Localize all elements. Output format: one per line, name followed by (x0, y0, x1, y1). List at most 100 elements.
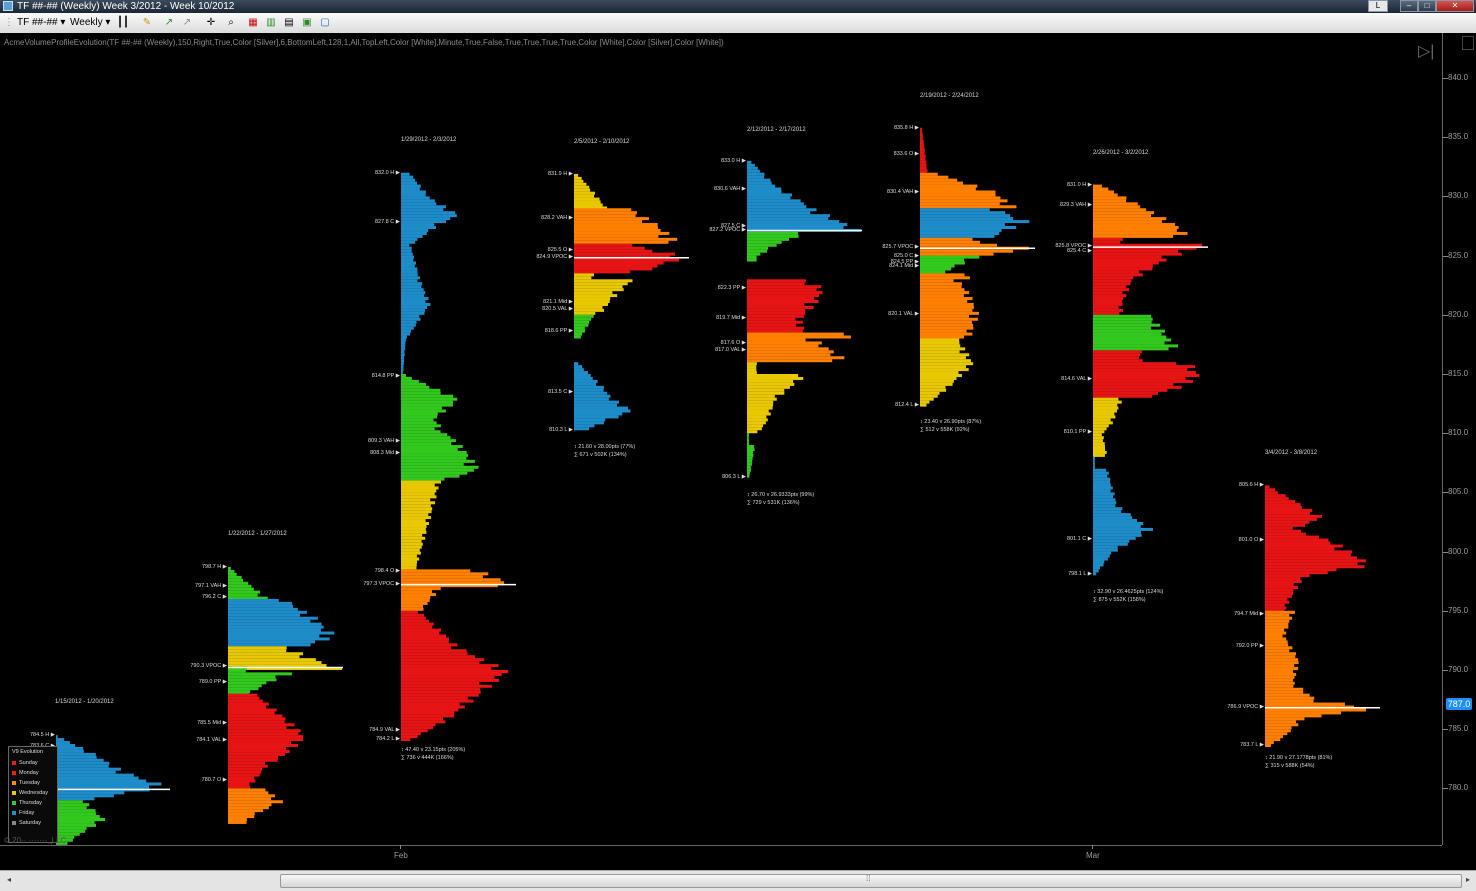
profile-bar (1093, 510, 1121, 513)
profile-bar (1093, 309, 1123, 312)
profile-bar (1093, 279, 1131, 282)
eraser-icon[interactable]: ↗ (180, 16, 194, 30)
profile-bar (1265, 488, 1275, 491)
profile-bar (401, 623, 434, 626)
profile-bar (920, 235, 995, 238)
profile-bar (1265, 521, 1309, 524)
profile-bar (747, 285, 821, 288)
data-box-icon[interactable]: ▤ (282, 16, 296, 30)
pencil-icon[interactable]: ✎ (140, 16, 154, 30)
profile-bar (1265, 503, 1301, 506)
profile-bar (747, 430, 757, 433)
properties-icon[interactable]: ▦ (246, 16, 260, 30)
strategy-icon[interactable]: ▥ (264, 16, 278, 30)
profile-bar (228, 806, 269, 809)
profile-bar (228, 608, 298, 611)
profile-bar (228, 640, 315, 643)
profile-bar (56, 812, 96, 815)
profile-stat-volume: ∑ 512 v 558K (92%) (920, 426, 969, 434)
profile-stat-range: ↕ 32.90 v 26.4625pts (124%) (1093, 588, 1163, 596)
profile-bar (747, 383, 794, 386)
profile-bar (1093, 377, 1186, 380)
scroll-left-icon[interactable]: ◂ (3, 874, 15, 886)
profile-bar (401, 507, 432, 510)
scroll-thumb[interactable]: ⁞⁞ (280, 874, 1462, 888)
profile-bar (747, 421, 766, 424)
instrument-selector[interactable]: TF ##-## ▾ (17, 16, 65, 30)
profile-bar (56, 765, 109, 768)
profile-bar (401, 495, 436, 498)
x-tick-label: Feb (394, 851, 408, 860)
chart-area[interactable]: AcmeVolumeProfileEvolution(TF ##-## (Wee… (0, 33, 1476, 890)
legend-label: Tuesday (19, 780, 40, 786)
profile-bar (228, 744, 298, 747)
profile-bar (1265, 629, 1284, 632)
period-selector[interactable]: Weekly ▾ (70, 16, 110, 30)
profile-bar (1093, 327, 1151, 330)
export-icon[interactable]: ▣ (300, 16, 314, 30)
profile-bar (1093, 522, 1143, 525)
crosshair-icon[interactable]: ✛ (204, 16, 218, 30)
profile-bar (747, 193, 792, 196)
profile-bar (574, 368, 584, 371)
profile-bar (401, 634, 446, 637)
profile-bar (747, 309, 805, 312)
minimize-button[interactable]: – (1400, 0, 1418, 12)
profile-stat-volume: ∑ 729 v 531K (136%) (747, 499, 800, 507)
close-button[interactable]: ✕ (1436, 0, 1474, 12)
profile-bar (1093, 540, 1129, 543)
profile-bar (228, 576, 242, 579)
profile-level-label: 789.0 PP ▶ (199, 679, 227, 685)
profile-bar (1265, 738, 1280, 741)
profile-bar (1093, 552, 1111, 555)
profile-bar (228, 732, 299, 735)
profile-bar (920, 392, 940, 395)
profile-bar (228, 573, 237, 576)
y-tick-label: 780.0 (1448, 783, 1468, 792)
profile-bar (920, 336, 964, 339)
profile-bar (401, 262, 416, 265)
volume-profile (920, 128, 1035, 407)
link-badge[interactable]: L (1368, 0, 1388, 12)
profile-bar (1265, 626, 1288, 629)
profile-bar (1093, 519, 1137, 522)
scroll-right-icon[interactable]: ▸ (1462, 874, 1474, 886)
window-linking-icon[interactable]: ▢ (318, 16, 332, 30)
profile-level-label: 817.6 O ▶ (721, 340, 746, 346)
profile-bar (747, 460, 752, 463)
profile-bar (228, 694, 258, 697)
profile-bar (228, 634, 319, 637)
profile-bar (1093, 389, 1167, 392)
profile-bar (401, 673, 502, 676)
maximize-button[interactable]: □ (1418, 0, 1436, 12)
profile-bar (401, 250, 412, 253)
profile-bar (228, 794, 275, 797)
profile-bar (747, 445, 754, 448)
profile-bar (1093, 253, 1182, 256)
profile-date-range: 1/22/2012 - 1/27/2012 (228, 531, 287, 537)
profile-bar (747, 300, 819, 303)
profile-bar (228, 643, 311, 646)
profile-bar (56, 771, 116, 774)
profile-level-label: 808.3 Mid ▶ (370, 450, 400, 456)
profile-bar (401, 492, 435, 495)
profile-bar (920, 250, 1013, 253)
profile-bar (1093, 504, 1115, 507)
zoom-icon[interactable]: ⌕ (224, 16, 238, 30)
bar-type-icon[interactable]: ┃┃ (116, 16, 130, 30)
panel-resize-icon[interactable] (1462, 36, 1474, 50)
profile-bar (401, 632, 439, 635)
horizontal-scrollbar[interactable]: ◂ ⁞⁞ ▸ (0, 870, 1476, 891)
toolbar-grip: ⋮ (4, 16, 14, 30)
profile-bar (56, 744, 75, 747)
profile-bar (401, 537, 425, 540)
profile-bar (574, 324, 588, 327)
profile-bar (747, 223, 847, 226)
profile-bar (401, 519, 426, 522)
plus-arrow-icon[interactable]: ↗ (162, 16, 176, 30)
legend-swatch (12, 771, 16, 775)
profile-level-label: 798.4 O ▶ (375, 568, 400, 574)
profile-bar (574, 424, 594, 427)
profile-bar (1093, 368, 1187, 371)
profile-bar (401, 353, 405, 356)
